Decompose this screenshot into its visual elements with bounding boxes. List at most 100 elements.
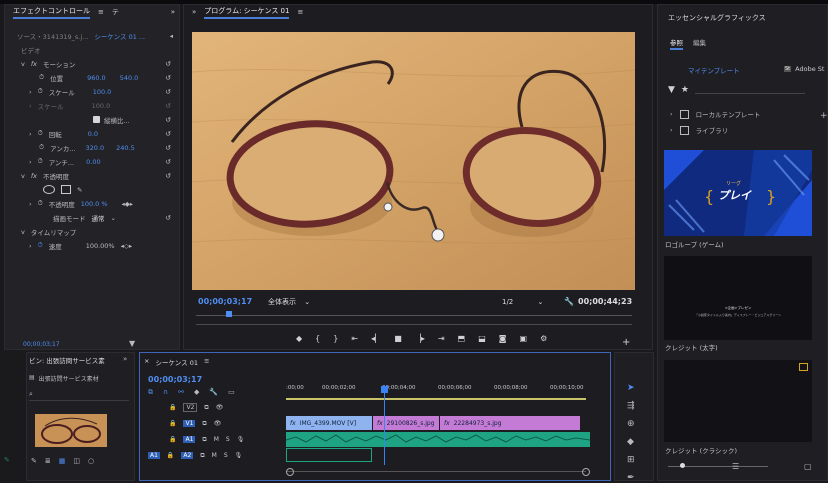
- stopwatch-icon[interactable]: ⏱: [38, 241, 43, 250]
- filter-icon[interactable]: ▼: [129, 339, 135, 348]
- solo-button[interactable]: S: [226, 436, 230, 443]
- captions-icon[interactable]: ▭: [228, 388, 235, 397]
- pen-mask-icon[interactable]: ✎: [77, 186, 82, 194]
- go-to-in-icon[interactable]: ⇤: [351, 334, 358, 343]
- new-item-icon[interactable]: ▢: [804, 462, 812, 471]
- chevron-down-icon[interactable]: v: [21, 60, 25, 68]
- scroll-handle-left[interactable]: [286, 468, 294, 476]
- pencil-icon[interactable]: ✎: [31, 457, 37, 465]
- insert-overwrite-icon[interactable]: ⧉: [148, 388, 153, 397]
- uniform-scale-checkbox[interactable]: [93, 116, 100, 123]
- marker-icon[interactable]: ◆: [296, 334, 302, 343]
- panel-expand-icon[interactable]: »: [123, 355, 127, 363]
- fit-select[interactable]: 全体表示 ⌄: [268, 297, 310, 307]
- mark-out-icon[interactable]: }: [333, 334, 338, 343]
- mute-button[interactable]: M: [214, 436, 219, 443]
- blend-mode-select[interactable]: 通常: [92, 213, 105, 223]
- stopwatch-icon[interactable]: ⏱: [38, 199, 43, 208]
- freeform-view-icon[interactable]: ◫: [73, 457, 80, 465]
- reset-icon[interactable]: ↺: [165, 130, 171, 138]
- libraries-row[interactable]: › ライブラリ: [670, 125, 728, 135]
- stop-icon[interactable]: ■: [394, 334, 402, 343]
- microphone-icon[interactable]: 🎙: [235, 452, 243, 459]
- audio-clip[interactable]: [286, 432, 590, 447]
- scale-value[interactable]: 100.0: [93, 88, 112, 96]
- mark-in-icon[interactable]: {: [315, 334, 320, 343]
- reset-icon[interactable]: ↺: [165, 74, 171, 82]
- anchor-y-value[interactable]: 240.5: [116, 144, 135, 152]
- folder-icon[interactable]: ▤: [29, 374, 35, 383]
- chevron-down-icon[interactable]: ⌄: [111, 214, 116, 222]
- work-area-bar[interactable]: [286, 398, 586, 400]
- reset-icon[interactable]: ↺: [165, 158, 171, 166]
- chevron-down-icon[interactable]: ⌄: [538, 298, 544, 306]
- image-clip-1[interactable]: fx 29100826_s.jpg: [373, 416, 439, 430]
- adobe-stock-tab[interactable]: St Adobe St: [784, 65, 824, 73]
- step-back-icon[interactable]: ◂▏: [371, 334, 381, 343]
- tab-project-bin[interactable]: ビン: 出張訪問サービス素: [29, 355, 105, 365]
- tab-sequence[interactable]: シーケンス 01: [155, 357, 198, 367]
- ellipse-mask-icon[interactable]: [43, 185, 55, 194]
- reset-icon[interactable]: ↺: [165, 144, 171, 152]
- selection-tool-icon[interactable]: ➤: [627, 383, 635, 393]
- chevron-right-icon[interactable]: ›: [29, 158, 32, 166]
- stopwatch-icon[interactable]: ⏱: [38, 87, 43, 96]
- filter-icon[interactable]: ▼: [668, 85, 675, 95]
- add-marker-icon[interactable]: ◆: [194, 388, 199, 397]
- program-timecode[interactable]: 00;00;03;17: [198, 297, 252, 306]
- speed-value[interactable]: 100.00%: [86, 242, 115, 250]
- lock-icon[interactable]: 🔒: [169, 420, 176, 427]
- motion-row[interactable]: v fx モーション ↺: [5, 58, 179, 69]
- opacity-group-row[interactable]: v fx 不透明度 ↺: [5, 170, 179, 181]
- scroll-handle-right[interactable]: [582, 468, 590, 476]
- menu-icon[interactable]: ≡: [297, 8, 303, 16]
- keyframe-nav-icon[interactable]: ◂◇▸: [121, 242, 133, 250]
- eg-search-input[interactable]: [695, 85, 805, 94]
- position-y-value[interactable]: 540.0: [120, 74, 139, 82]
- image-clip-2[interactable]: fx 22284973_s.jpg: [440, 416, 580, 430]
- compare-icon[interactable]: ▣: [520, 334, 528, 343]
- lock-icon[interactable]: 🔒: [167, 452, 174, 459]
- reset-icon[interactable]: ↺: [165, 60, 171, 68]
- chevron-right-icon[interactable]: ›: [670, 110, 673, 118]
- lock-icon[interactable]: 🔒: [169, 404, 176, 411]
- timeline-scrollbar[interactable]: [286, 471, 586, 472]
- time-remap-row[interactable]: v タイムリマップ: [5, 226, 179, 237]
- resolution-select[interactable]: 1/2 ⌄: [502, 298, 543, 306]
- slip-icon[interactable]: ⊞: [627, 455, 635, 465]
- tab-overflow-icon[interactable]: テ: [112, 7, 119, 17]
- chevron-down-icon[interactable]: v: [21, 228, 25, 236]
- track-a2-label[interactable]: A2: [181, 452, 194, 459]
- reset-icon[interactable]: ↺: [165, 116, 171, 124]
- template-card-credits-bold[interactable]: <企画>プレゼン 「小説家タイトル入り案内」ディスプレー・ビジュアルグリーン: [664, 256, 812, 340]
- chevron-down-icon[interactable]: v: [21, 172, 25, 180]
- stopwatch-icon[interactable]: ⏱: [39, 73, 44, 82]
- playhead-marker[interactable]: [226, 311, 232, 317]
- sequence-label[interactable]: シーケンス 01 ...: [94, 31, 145, 41]
- mute-button[interactable]: M: [212, 452, 217, 459]
- checkbox-icon[interactable]: [679, 125, 689, 135]
- extract-icon[interactable]: ⬓: [478, 334, 486, 343]
- razor-icon[interactable]: ◆: [627, 437, 635, 447]
- close-icon[interactable]: ×: [144, 357, 149, 367]
- source-label[interactable]: ソース・3141319_s.j...: [17, 31, 88, 41]
- chevron-right-icon[interactable]: ›: [29, 130, 32, 138]
- wrench-icon[interactable]: 🔧: [209, 388, 218, 397]
- tab-browse[interactable]: 参照: [670, 37, 683, 50]
- reset-icon[interactable]: ↺: [165, 214, 171, 222]
- source-patch-a1[interactable]: A1: [148, 452, 160, 459]
- list-view-icon[interactable]: ≣: [45, 457, 51, 465]
- zoom-bar[interactable]: [196, 324, 632, 329]
- stopwatch-icon[interactable]: ⏱: [39, 143, 44, 152]
- anchor-x-value[interactable]: 320.0: [86, 144, 105, 152]
- tab-edit[interactable]: 編集: [693, 37, 706, 50]
- solo-button[interactable]: S: [224, 452, 228, 459]
- effect-controls-timecode[interactable]: 00;00;03;17: [23, 341, 60, 348]
- panel-expand-icon[interactable]: »: [171, 8, 175, 16]
- lift-icon[interactable]: ⬒: [458, 334, 466, 343]
- settings-icon[interactable]: ⚙: [540, 334, 547, 343]
- chevron-right-icon[interactable]: ›: [670, 126, 673, 134]
- sync-lock-icon[interactable]: ⧉: [202, 420, 206, 428]
- playhead-line[interactable]: [384, 385, 385, 465]
- reset-icon[interactable]: ↺: [165, 88, 171, 96]
